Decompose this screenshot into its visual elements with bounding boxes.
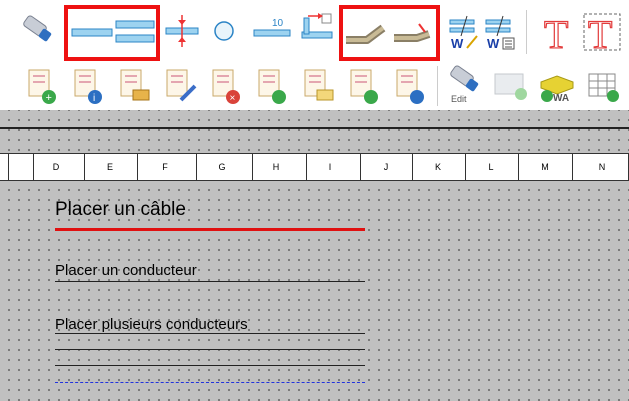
ruler-label-h: H	[272, 162, 280, 172]
numbered-line-icon: 10	[253, 18, 291, 37]
conductor-line-2[interactable]	[55, 349, 365, 350]
frame-border-line	[0, 127, 629, 129]
cable-title: Placer un câble	[55, 199, 186, 220]
sheet-properties-button[interactable]	[393, 66, 429, 106]
cable-line[interactable]	[55, 228, 365, 231]
svg-text:WA: WA	[553, 93, 569, 104]
numbered-line-button[interactable]: 10	[252, 12, 292, 48]
move-sheet-button[interactable]	[117, 66, 153, 106]
wire-assembly-icon: WA	[540, 75, 574, 104]
text-box-button[interactable]: T	[582, 10, 622, 54]
ruler-label-i: I	[328, 162, 332, 172]
toolbar-drawing: 10 W W T T	[0, 0, 629, 62]
svg-text:i: i	[93, 93, 95, 104]
ruler-label-g: G	[218, 162, 226, 172]
jumper-button[interactable]	[298, 10, 334, 50]
sheet-cycle-button[interactable]	[347, 66, 383, 106]
ruler-label-l: L	[488, 162, 494, 172]
svg-text:T: T	[588, 12, 612, 54]
single-line-icon	[71, 28, 113, 37]
ruler-label-f: F	[162, 162, 168, 172]
delete-sheet-button[interactable]: ×	[209, 66, 245, 106]
cable-end-button[interactable]	[391, 16, 435, 50]
cable-tool-button[interactable]	[18, 10, 58, 50]
wire-assembly-button[interactable]: WA	[537, 66, 577, 106]
toolbar-separator	[526, 10, 527, 54]
double-line-button[interactable]	[114, 14, 156, 50]
delete-sheet-icon: ×	[212, 69, 240, 104]
ruler-label-j: J	[383, 162, 389, 172]
cable-bend-icon	[346, 24, 386, 44]
ruler-label-n: N	[598, 162, 606, 172]
image-add-icon	[494, 73, 527, 100]
edit-sheet-icon	[166, 69, 197, 102]
image-add-button[interactable]	[491, 66, 531, 106]
wire-number-list-icon: W	[485, 15, 515, 51]
conductor-section: Placer un conducteur	[55, 258, 365, 284]
sheet-cycle-icon	[350, 69, 378, 104]
add-sheet-icon: +	[28, 69, 56, 104]
svg-text:Edit: Edit	[451, 94, 467, 104]
conductor-title: Placer un conducteur	[55, 262, 197, 279]
refresh-sheet-button[interactable]	[255, 66, 291, 106]
ruler-label-e: E	[106, 162, 114, 172]
sheet-properties-icon	[396, 69, 424, 104]
dashed-conductor-line[interactable]	[55, 382, 365, 383]
wire-number-list-button[interactable]: W	[483, 12, 517, 52]
table-add-button[interactable]	[583, 66, 623, 106]
sheet-info-icon: i	[74, 69, 102, 104]
cable-tool-icon	[23, 15, 52, 42]
column-ruler: D E F G H I J K L M N	[0, 153, 629, 181]
cable-edit-button[interactable]: Edit	[445, 64, 485, 106]
cable-edit-icon: Edit	[450, 65, 479, 104]
multi-conductor-section: Placer plusieurs conducteurs	[55, 312, 365, 390]
conductor-line[interactable]	[55, 281, 365, 282]
ruler-label-k: K	[434, 162, 442, 172]
line-break-icon	[165, 15, 199, 47]
toolbar-separator	[437, 66, 438, 106]
table-add-icon	[588, 73, 619, 102]
wire-number-edit-button[interactable]: W	[447, 12, 481, 52]
edit-sheet-button[interactable]	[163, 66, 199, 106]
svg-text:×: ×	[230, 93, 236, 104]
text-button[interactable]: T	[538, 10, 578, 54]
multi-conductor-title: Placer plusieurs conducteurs	[55, 316, 248, 333]
text-box-icon: T	[583, 11, 621, 54]
ruler-label-m: M	[541, 162, 549, 172]
sheet-info-button[interactable]: i	[71, 66, 107, 106]
refresh-sheet-icon	[258, 69, 286, 104]
circle-button[interactable]	[208, 15, 240, 47]
svg-text:T: T	[544, 12, 568, 54]
wire-number-edit-icon: W	[449, 15, 478, 51]
sheet-folder-icon	[304, 69, 334, 101]
conductor-line-3[interactable]	[55, 365, 365, 366]
svg-text:10: 10	[272, 18, 284, 29]
drawing-canvas[interactable]: D E F G H I J K L M N Placer un câble Pl…	[0, 110, 629, 401]
line-break-button[interactable]	[163, 12, 201, 50]
sheet-folder-button[interactable]	[301, 66, 337, 106]
svg-text:W: W	[451, 36, 464, 51]
cable-bend-button[interactable]	[343, 16, 387, 50]
svg-text:W: W	[487, 36, 500, 51]
move-sheet-icon	[120, 69, 150, 101]
add-sheet-button[interactable]: +	[25, 66, 61, 106]
circle-icon	[214, 21, 234, 41]
jumper-icon	[301, 13, 333, 39]
conductor-line-1[interactable]	[55, 333, 365, 334]
svg-text:+: +	[46, 92, 52, 104]
toolbar-sheets: + i × Edit WA	[0, 62, 629, 110]
ruler-label-d: D	[52, 162, 60, 172]
single-line-button[interactable]	[70, 18, 114, 48]
cable-end-icon	[394, 23, 431, 42]
cable-section: Placer un câble	[55, 198, 365, 233]
double-line-icon	[115, 20, 155, 43]
text-icon: T	[543, 11, 569, 54]
